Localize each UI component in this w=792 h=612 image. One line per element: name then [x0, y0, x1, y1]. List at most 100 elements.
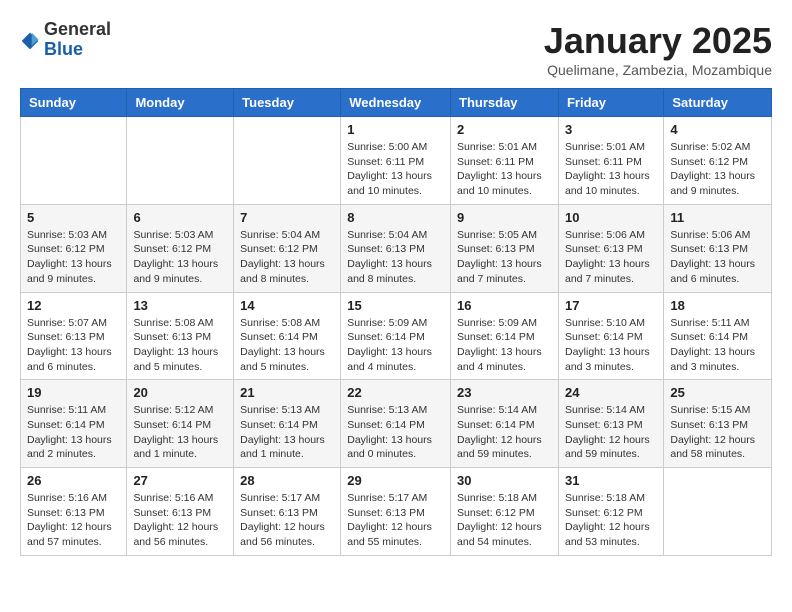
calendar-cell: 8Sunrise: 5:04 AM Sunset: 6:13 PM Daylig… [341, 204, 451, 292]
calendar-cell: 17Sunrise: 5:10 AM Sunset: 6:14 PM Dayli… [558, 292, 663, 380]
day-info: Sunrise: 5:16 AM Sunset: 6:13 PM Dayligh… [27, 491, 120, 550]
logo-blue-text: Blue [44, 40, 111, 60]
calendar-cell: 27 Sunrise: 5:16 AM Sunset: 6:13 PM Dayli… [127, 468, 234, 556]
calendar-cell: 20 Sunrise: 5:12 AM Sunset: 6:14 PM Dayli… [127, 380, 234, 468]
calendar-cell: 10Sunrise: 5:06 AM Sunset: 6:13 PM Dayli… [558, 204, 663, 292]
calendar-cell: 25 Sunrise: 5:15 AM Sunset: 6:13 PM Dayli… [664, 380, 772, 468]
calendar-cell: 6 Sunrise: 5:03 AM Sunset: 6:12 PM Daylig… [127, 204, 234, 292]
calendar-week-row: 5 Sunrise: 5:03 AM Sunset: 6:12 PM Daylig… [21, 204, 772, 292]
day-number: 6 [133, 210, 227, 225]
calendar-cell [664, 468, 772, 556]
day-number: 27 [133, 473, 227, 488]
day-number: 4 [670, 122, 765, 137]
weekday-header-sunday: Sunday [21, 89, 127, 117]
day-number: 11 [670, 210, 765, 225]
day-info: Sunrise: 5:02 AM Sunset: 6:12 PM Dayligh… [670, 140, 765, 199]
calendar-cell: 5 Sunrise: 5:03 AM Sunset: 6:12 PM Daylig… [21, 204, 127, 292]
day-info: Sunrise: 5:14 AM Sunset: 6:13 PM Dayligh… [565, 403, 657, 462]
day-info: Sunrise: 5:11 AM Sunset: 6:14 PM Dayligh… [670, 316, 765, 375]
day-number: 19 [27, 385, 120, 400]
calendar-cell: 22Sunrise: 5:13 AM Sunset: 6:14 PM Dayli… [341, 380, 451, 468]
day-info: Sunrise: 5:05 AM Sunset: 6:13 PM Dayligh… [457, 228, 552, 287]
day-number: 7 [240, 210, 334, 225]
day-number: 21 [240, 385, 334, 400]
calendar-cell: 21 Sunrise: 5:13 AM Sunset: 6:14 PM Dayli… [234, 380, 341, 468]
calendar-cell [127, 117, 234, 205]
day-number: 16 [457, 298, 552, 313]
day-info: Sunrise: 5:03 AM Sunset: 6:12 PM Dayligh… [133, 228, 227, 287]
day-number: 25 [670, 385, 765, 400]
day-info: Sunrise: 5:09 AM Sunset: 6:14 PM Dayligh… [347, 316, 444, 375]
calendar-cell: 13 Sunrise: 5:08 AM Sunset: 6:13 PM Dayli… [127, 292, 234, 380]
day-number: 2 [457, 122, 552, 137]
day-info: Sunrise: 5:01 AM Sunset: 6:11 PM Dayligh… [457, 140, 552, 199]
day-info: Sunrise: 5:15 AM Sunset: 6:13 PM Dayligh… [670, 403, 765, 462]
page-header: General Blue January 2025 Quelimane, Zam… [20, 20, 772, 78]
day-info: Sunrise: 5:06 AM Sunset: 6:13 PM Dayligh… [670, 228, 765, 287]
day-number: 13 [133, 298, 227, 313]
day-info: Sunrise: 5:18 AM Sunset: 6:12 PM Dayligh… [457, 491, 552, 550]
day-number: 30 [457, 473, 552, 488]
day-info: Sunrise: 5:16 AM Sunset: 6:13 PM Dayligh… [133, 491, 227, 550]
day-info: Sunrise: 5:04 AM Sunset: 6:12 PM Dayligh… [240, 228, 334, 287]
calendar-cell: 19 Sunrise: 5:11 AM Sunset: 6:14 PM Dayli… [21, 380, 127, 468]
calendar-cell: 9 Sunrise: 5:05 AM Sunset: 6:13 PM Daylig… [451, 204, 559, 292]
day-info: Sunrise: 5:12 AM Sunset: 6:14 PM Dayligh… [133, 403, 227, 462]
calendar-cell: 29Sunrise: 5:17 AM Sunset: 6:13 PM Dayli… [341, 468, 451, 556]
calendar-cell: 30 Sunrise: 5:18 AM Sunset: 6:12 PM Dayli… [451, 468, 559, 556]
calendar-cell: 7 Sunrise: 5:04 AM Sunset: 6:12 PM Daylig… [234, 204, 341, 292]
day-number: 10 [565, 210, 657, 225]
logo: General Blue [20, 20, 111, 60]
weekday-header-thursday: Thursday [451, 89, 559, 117]
day-number: 14 [240, 298, 334, 313]
calendar-cell: 26 Sunrise: 5:16 AM Sunset: 6:13 PM Dayli… [21, 468, 127, 556]
day-info: Sunrise: 5:08 AM Sunset: 6:13 PM Dayligh… [133, 316, 227, 375]
day-info: Sunrise: 5:08 AM Sunset: 6:14 PM Dayligh… [240, 316, 334, 375]
day-info: Sunrise: 5:09 AM Sunset: 6:14 PM Dayligh… [457, 316, 552, 375]
day-info: Sunrise: 5:14 AM Sunset: 6:14 PM Dayligh… [457, 403, 552, 462]
day-info: Sunrise: 5:13 AM Sunset: 6:14 PM Dayligh… [347, 403, 444, 462]
calendar-cell: 15Sunrise: 5:09 AM Sunset: 6:14 PM Dayli… [341, 292, 451, 380]
day-info: Sunrise: 5:01 AM Sunset: 6:11 PM Dayligh… [565, 140, 657, 199]
calendar-cell: 24 Sunrise: 5:14 AM Sunset: 6:13 PM Dayli… [558, 380, 663, 468]
day-info: Sunrise: 5:03 AM Sunset: 6:12 PM Dayligh… [27, 228, 120, 287]
day-number: 9 [457, 210, 552, 225]
day-number: 20 [133, 385, 227, 400]
weekday-header-tuesday: Tuesday [234, 89, 341, 117]
day-number: 28 [240, 473, 334, 488]
day-number: 26 [27, 473, 120, 488]
day-info: Sunrise: 5:17 AM Sunset: 6:13 PM Dayligh… [347, 491, 444, 550]
calendar-week-row: 19 Sunrise: 5:11 AM Sunset: 6:14 PM Dayli… [21, 380, 772, 468]
weekday-header-friday: Friday [558, 89, 663, 117]
calendar-cell [21, 117, 127, 205]
calendar-cell: 11 Sunrise: 5:06 AM Sunset: 6:13 PM Dayli… [664, 204, 772, 292]
day-number: 23 [457, 385, 552, 400]
day-info: Sunrise: 5:10 AM Sunset: 6:14 PM Dayligh… [565, 316, 657, 375]
day-number: 24 [565, 385, 657, 400]
weekday-header-saturday: Saturday [664, 89, 772, 117]
calendar-cell: 1Sunrise: 5:00 AM Sunset: 6:11 PM Daylig… [341, 117, 451, 205]
day-number: 5 [27, 210, 120, 225]
day-number: 3 [565, 122, 657, 137]
day-number: 31 [565, 473, 657, 488]
calendar-table: SundayMondayTuesdayWednesdayThursdayFrid… [20, 88, 772, 556]
day-info: Sunrise: 5:07 AM Sunset: 6:13 PM Dayligh… [27, 316, 120, 375]
calendar-cell: 31Sunrise: 5:18 AM Sunset: 6:12 PM Dayli… [558, 468, 663, 556]
weekday-header-row: SundayMondayTuesdayWednesdayThursdayFrid… [21, 89, 772, 117]
day-info: Sunrise: 5:17 AM Sunset: 6:13 PM Dayligh… [240, 491, 334, 550]
calendar-week-row: 12Sunrise: 5:07 AM Sunset: 6:13 PM Dayli… [21, 292, 772, 380]
month-title: January 2025 [544, 20, 772, 62]
calendar-cell: 12Sunrise: 5:07 AM Sunset: 6:13 PM Dayli… [21, 292, 127, 380]
day-info: Sunrise: 5:00 AM Sunset: 6:11 PM Dayligh… [347, 140, 444, 199]
calendar-cell: 18Sunrise: 5:11 AM Sunset: 6:14 PM Dayli… [664, 292, 772, 380]
calendar-week-row: 26 Sunrise: 5:16 AM Sunset: 6:13 PM Dayli… [21, 468, 772, 556]
location-text: Quelimane, Zambezia, Mozambique [544, 62, 772, 78]
logo-icon [20, 31, 40, 51]
day-info: Sunrise: 5:11 AM Sunset: 6:14 PM Dayligh… [27, 403, 120, 462]
logo-general-text: General [44, 20, 111, 40]
calendar-cell: 14 Sunrise: 5:08 AM Sunset: 6:14 PM Dayli… [234, 292, 341, 380]
day-number: 8 [347, 210, 444, 225]
calendar-cell: 3 Sunrise: 5:01 AM Sunset: 6:11 PM Daylig… [558, 117, 663, 205]
title-block: January 2025 Quelimane, Zambezia, Mozamb… [544, 20, 772, 78]
day-info: Sunrise: 5:13 AM Sunset: 6:14 PM Dayligh… [240, 403, 334, 462]
